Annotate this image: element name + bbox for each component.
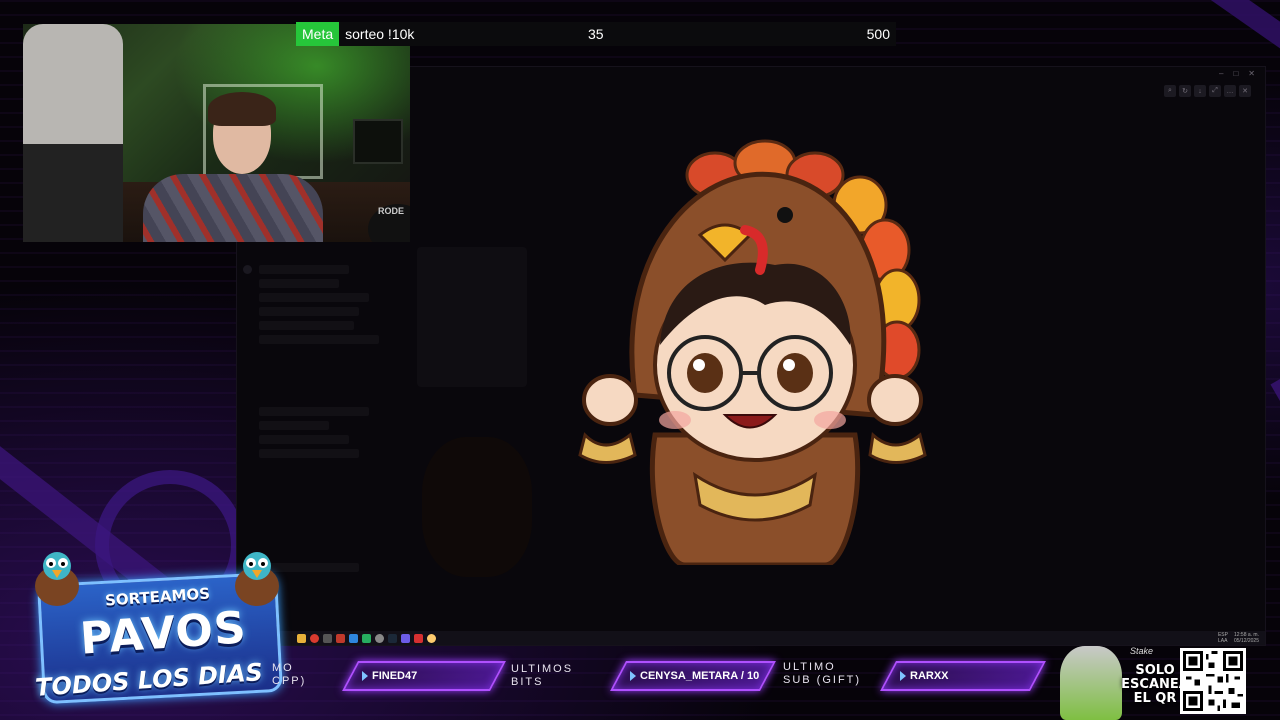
- image-viewer-toolbar: ⌕ ↻ ↓ ⤢ … ✕: [1164, 85, 1251, 97]
- turkey-emote: [578, 139, 927, 565]
- turkey-mascot: [235, 552, 279, 606]
- window-maximize-icon[interactable]: □: [1233, 69, 1238, 78]
- tray-clock[interactable]: 12:58 a. m. 05/12/2025: [1234, 632, 1259, 644]
- system-tray: ESP LAA 12:58 a. m. 05/12/2025: [1218, 632, 1259, 644]
- person-standing: [23, 24, 123, 242]
- window-close-icon[interactable]: ✕: [1248, 69, 1255, 78]
- list-item: [259, 265, 349, 274]
- app-icon[interactable]: [362, 633, 371, 643]
- play-icon: [630, 671, 636, 681]
- sponsor-brand: Stake: [1130, 646, 1154, 656]
- list-item: [259, 407, 369, 416]
- list-item: [259, 321, 354, 330]
- latest-bits-value: CENYSA_METARA / 10: [640, 670, 760, 682]
- goal-bar: Meta sorteo !10k 35 500: [296, 22, 896, 46]
- app-icon[interactable]: [414, 633, 423, 643]
- webcam-feed: RODE: [23, 24, 410, 242]
- latest-sub-name: RARXX: [910, 670, 949, 682]
- list-item: [259, 307, 359, 316]
- play-icon: [362, 671, 368, 681]
- goal-text: sorteo !10k: [345, 26, 415, 42]
- thumbnail: [422, 437, 532, 577]
- latest-follower-box: FINED47: [342, 661, 506, 691]
- app-icon[interactable]: [323, 633, 332, 643]
- goal-target: 500: [866, 26, 890, 42]
- goal-current: 35: [588, 26, 604, 42]
- list-item: [259, 279, 339, 288]
- list-item: [259, 435, 349, 444]
- window-minimize-icon[interactable]: –: [1219, 69, 1223, 78]
- zoom-icon[interactable]: ⌕: [1164, 85, 1176, 97]
- goal-tag: Meta: [296, 22, 340, 46]
- latest-sub-box: RARXX: [880, 661, 1046, 691]
- streamer-body: [143, 174, 323, 242]
- sponsor-banner: Stake SOLO ESCANEA EL QR: [1060, 646, 1280, 720]
- list-item: [259, 421, 329, 430]
- list-item: [243, 265, 252, 274]
- play-icon: [900, 671, 906, 681]
- app-icon[interactable]: [401, 633, 410, 643]
- list-item: [259, 449, 359, 458]
- app-icon[interactable]: [375, 633, 384, 643]
- turkey-mascot: [35, 552, 79, 606]
- rotate-icon[interactable]: ↻: [1179, 85, 1191, 97]
- close-viewer-icon[interactable]: ✕: [1239, 85, 1251, 97]
- sub-label: ULTIMO SUB (GIFT): [783, 661, 862, 686]
- window-controls: – □ ✕: [1219, 69, 1255, 78]
- taskbar: ESP LAA 12:58 a. m. 05/12/2025: [237, 631, 1265, 645]
- bits-label: ULTIMOS BITS: [511, 663, 574, 688]
- list-item: [259, 293, 369, 302]
- tv: [353, 119, 403, 164]
- list-item: [259, 335, 379, 344]
- alert-label-fragment: MO CPP): [272, 662, 307, 687]
- steam-icon[interactable]: [388, 633, 397, 643]
- tray-lang[interactable]: ESP LAA: [1218, 632, 1228, 644]
- expand-icon[interactable]: ⤢: [1209, 85, 1221, 97]
- app-icon[interactable]: [427, 633, 436, 643]
- streamer-hair: [208, 92, 276, 126]
- mic-brand: RODE: [378, 206, 405, 216]
- qr-code[interactable]: [1180, 648, 1246, 714]
- more-icon[interactable]: …: [1224, 85, 1236, 97]
- latest-bits-box: CENYSA_METARA / 10: [610, 661, 776, 691]
- thumbnail: [417, 247, 527, 387]
- download-icon[interactable]: ↓: [1194, 85, 1206, 97]
- app-icon[interactable]: [336, 633, 345, 643]
- latest-follower-name: FINED47: [372, 670, 418, 682]
- app-icon[interactable]: [349, 633, 358, 643]
